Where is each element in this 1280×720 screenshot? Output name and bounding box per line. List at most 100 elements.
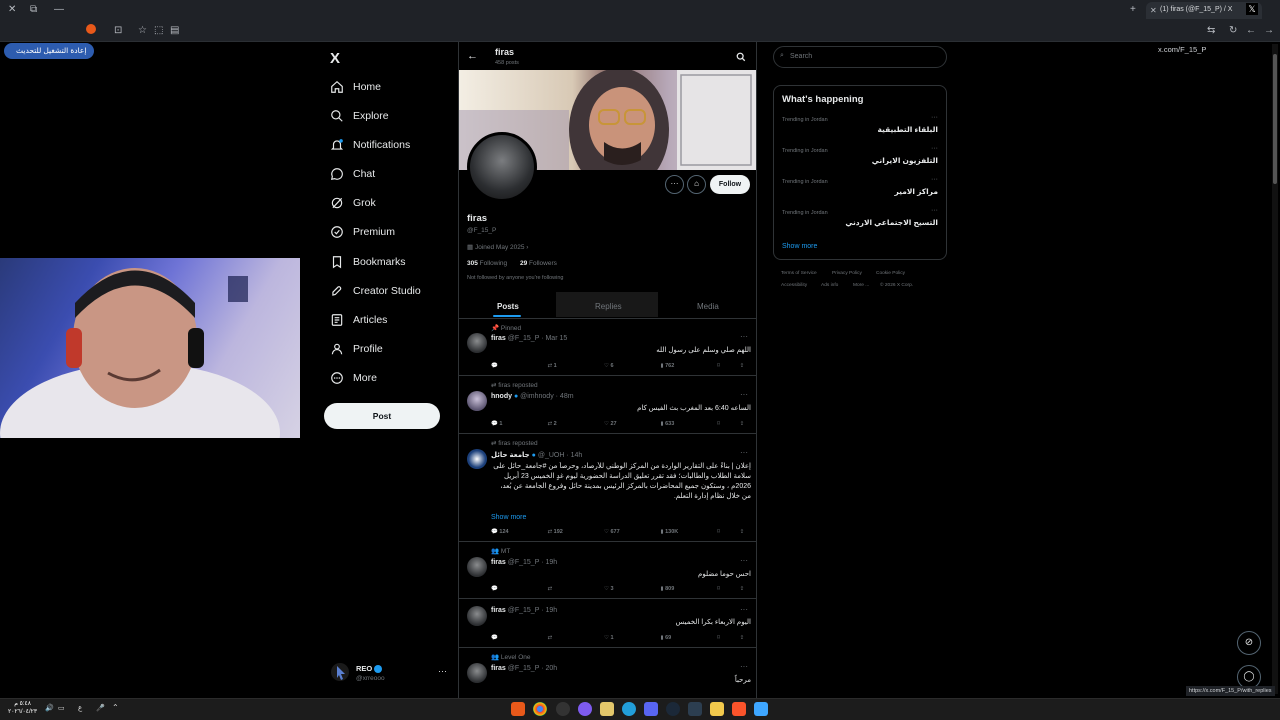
new-tab-icon[interactable]: + xyxy=(1130,4,1136,16)
account-menu-icon[interactable]: ··· xyxy=(438,666,447,676)
tweet-avatar[interactable] xyxy=(467,606,487,626)
reply-icon[interactable]: 💬 1 xyxy=(491,421,548,427)
bookmark-icon[interactable]: ⌑ xyxy=(717,421,740,427)
follow-button[interactable]: Follow xyxy=(710,175,750,194)
notes-taskbar-icon[interactable] xyxy=(600,702,614,716)
share-icon[interactable]: ⇪ xyxy=(740,529,751,535)
x-logo[interactable]: X xyxy=(330,50,340,67)
like-icon[interactable]: ♡ 677 xyxy=(604,529,661,535)
brave-rewards-icon[interactable] xyxy=(86,24,96,34)
tweet-more-icon[interactable]: ··· xyxy=(740,448,748,457)
site-settings-icon[interactable]: ⇆ xyxy=(1207,25,1215,37)
tray-chevron-icon[interactable]: ⌃ xyxy=(112,703,119,712)
views-icon[interactable]: ▮ 69 xyxy=(661,635,718,641)
tweet-more-icon[interactable]: ··· xyxy=(740,390,748,399)
views-icon[interactable]: ▮ 762 xyxy=(661,363,718,369)
tab-close-icon[interactable]: ✕ xyxy=(1150,5,1157,17)
minimize-icon[interactable]: — xyxy=(54,4,64,16)
terminal-taskbar-icon[interactable] xyxy=(688,702,702,716)
show-more-link[interactable]: Show more xyxy=(491,514,526,521)
tweet-avatar[interactable] xyxy=(467,391,487,411)
app-taskbar-icon[interactable] xyxy=(578,702,592,716)
page-scrollbar[interactable] xyxy=(1272,44,1278,694)
tab-media[interactable]: Media xyxy=(697,302,719,311)
reply-icon[interactable]: 💬 xyxy=(491,363,548,369)
like-icon[interactable]: ♡ 6 xyxy=(604,363,661,369)
repost-icon[interactable]: ⇄ 1 xyxy=(548,363,605,369)
nav-item-premium[interactable]: Premium xyxy=(330,221,395,243)
nav-item-more[interactable]: More xyxy=(330,367,377,389)
account-avatar[interactable] xyxy=(331,663,349,681)
tweet[interactable]: 📌 Pinned firas @F_15_P · Mar 15 ··· الله… xyxy=(459,319,756,376)
trends-show-more[interactable]: Show more xyxy=(782,243,817,250)
brave-browser-taskbar-icon[interactable] xyxy=(732,702,746,716)
followers-link[interactable]: 29 Followers xyxy=(520,260,557,267)
bookmark-star-icon[interactable]: ☆ xyxy=(138,25,147,37)
repost-icon[interactable]: ⇄ 192 xyxy=(548,529,605,535)
views-icon[interactable]: ▮ 633 xyxy=(661,421,718,427)
subscribe-icon[interactable]: ⌂ xyxy=(687,175,706,194)
forward-icon[interactable]: → xyxy=(1264,25,1274,37)
footer-terms[interactable]: Terms of Service xyxy=(781,271,817,276)
profile-avatar[interactable] xyxy=(467,132,537,202)
tweet-author[interactable]: firas @F_15_P · 19h xyxy=(491,559,557,566)
tweet-author[interactable]: hnody ● @imhnody · 48m xyxy=(491,393,574,400)
share-icon[interactable]: ⬚ xyxy=(154,25,163,37)
trend-item[interactable]: التسيح الاجتماعي الاردني xyxy=(845,218,938,227)
extensions-icon[interactable]: ⊡ xyxy=(114,25,122,37)
trend-more-icon[interactable]: ··· xyxy=(931,145,938,152)
back-arrow-icon[interactable]: ← xyxy=(467,50,478,62)
share-icon[interactable]: ⇪ xyxy=(740,586,751,592)
share-icon[interactable]: ⇪ xyxy=(740,635,751,641)
tab-posts[interactable]: Posts xyxy=(497,302,519,311)
nav-item-profile[interactable]: Profile xyxy=(330,338,383,360)
tweet-avatar[interactable] xyxy=(467,557,487,577)
brave-taskbar-icon[interactable] xyxy=(511,702,525,716)
repost-icon[interactable]: ⇄ 2 xyxy=(548,421,605,427)
taskbar-clock[interactable]: ٥:٤٨ م ٢٠٢٦/٠٤/٢٣ xyxy=(8,700,37,716)
tweet-avatar[interactable] xyxy=(467,333,487,353)
scrollbar-thumb[interactable] xyxy=(1273,54,1277,184)
browser-tab[interactable]: (1) firas (@F_15_P) / X xyxy=(1146,2,1262,19)
nav-item-creator-studio[interactable]: Creator Studio xyxy=(330,280,421,302)
like-icon[interactable]: ♡ 27 xyxy=(604,421,661,427)
nav-item-home[interactable]: Home xyxy=(330,76,381,98)
tweet[interactable]: firas @F_15_P · 19h ··· اليوم الاربعاء ب… xyxy=(459,600,756,648)
steam-taskbar-icon[interactable] xyxy=(666,702,680,716)
nav-item-explore[interactable]: Explore xyxy=(330,105,389,127)
volume-icon[interactable]: 🔊 xyxy=(45,704,54,712)
windows-start-icon[interactable] xyxy=(754,702,768,716)
tab-replies[interactable]: Replies xyxy=(595,302,622,311)
tweet-more-icon[interactable]: ··· xyxy=(740,332,748,341)
bookmark-icon[interactable]: ⌑ xyxy=(717,529,740,535)
reply-icon[interactable]: 💬 xyxy=(491,586,548,592)
grok-float-icon[interactable]: ⊘ xyxy=(1237,631,1261,655)
tweet-avatar[interactable] xyxy=(467,663,487,683)
microphone-icon[interactable]: 🎤 xyxy=(96,704,105,712)
tweet-more-icon[interactable]: ··· xyxy=(740,605,748,614)
bookmark-icon[interactable]: ⌑ xyxy=(717,363,740,369)
tweet[interactable]: ⇄ firas reposted hnody ● @imhnody · 48m … xyxy=(459,377,756,434)
like-icon[interactable]: ♡ 3 xyxy=(604,586,661,592)
share-icon[interactable]: ⇪ xyxy=(740,421,751,427)
nav-item-grok[interactable]: Grok xyxy=(330,192,376,214)
obs-taskbar-icon[interactable] xyxy=(556,702,570,716)
more-options-icon[interactable]: ··· xyxy=(665,175,684,194)
nav-item-bookmarks[interactable]: Bookmarks xyxy=(330,251,406,273)
trend-item[interactable]: البلقاء التطبيقية xyxy=(877,125,938,134)
bookmark-icon[interactable]: ⌑ xyxy=(717,586,740,592)
following-link[interactable]: 305 Following xyxy=(467,260,507,267)
nav-item-articles[interactable]: Articles xyxy=(330,309,387,331)
input-language[interactable]: ع xyxy=(78,704,82,712)
back-icon[interactable]: ← xyxy=(1246,25,1256,37)
search-input[interactable]: ⌕ Search xyxy=(773,46,947,68)
restart-to-update-button[interactable]: إعادة التشغيل للتحديث xyxy=(4,43,95,59)
tweet-author[interactable]: firas @F_15_P · 19h xyxy=(491,607,557,614)
share-icon[interactable]: ⇪ xyxy=(740,363,751,369)
file-explorer-taskbar-icon[interactable] xyxy=(710,702,724,716)
search-icon[interactable] xyxy=(736,52,746,62)
reply-icon[interactable]: 💬 124 xyxy=(491,529,548,535)
footer-cookie[interactable]: Cookie Policy xyxy=(876,271,905,276)
chrome-taskbar-icon[interactable] xyxy=(533,702,547,716)
footer-privacy[interactable]: Privacy Policy xyxy=(832,271,862,276)
